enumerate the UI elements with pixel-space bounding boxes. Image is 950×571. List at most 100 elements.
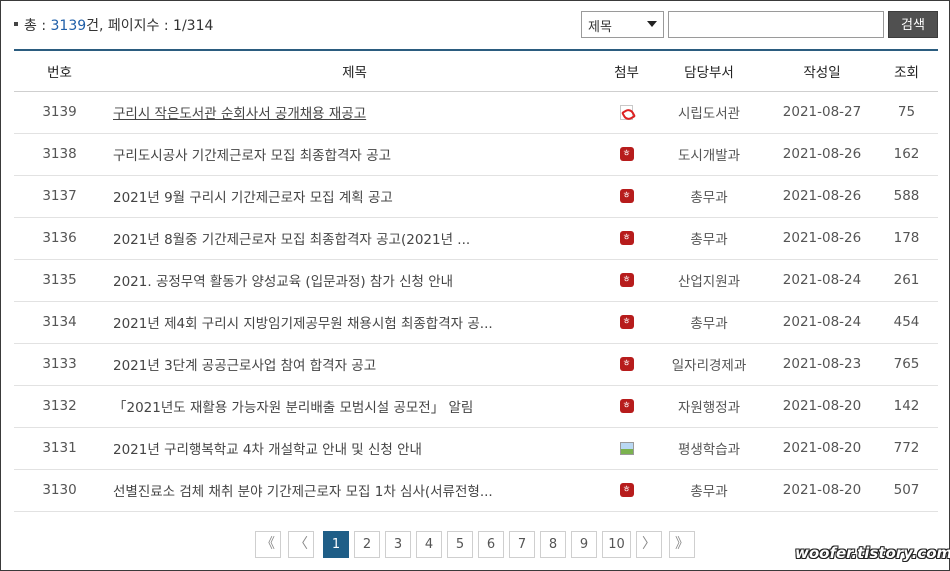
table-header-row: 번호 제목 첨부 담당부서 작성일 조회 bbox=[14, 49, 938, 92]
header-attachment: 첨부 bbox=[604, 49, 649, 92]
prev-page-button[interactable]: 〈 bbox=[288, 531, 314, 558]
cell-date: 2021-08-20 bbox=[769, 385, 875, 428]
table-row[interactable]: 3138 구리도시공사 기간제근로자 모집 최종합격자 공고 도시개발과2021-0… bbox=[14, 133, 938, 176]
page-button[interactable]: 9 bbox=[571, 531, 597, 558]
image-icon[interactable] bbox=[619, 441, 634, 455]
cell-number: 3139 bbox=[14, 91, 105, 134]
header-title: 제목 bbox=[105, 49, 604, 92]
post-title-link[interactable]: 2021년 8월중 기간제근로자 모집 최종합격자 공고(2021년 ... bbox=[113, 232, 470, 248]
cell-views: 588 bbox=[875, 175, 938, 218]
cell-views: 507 bbox=[875, 469, 938, 512]
table-row[interactable]: 3130 선별진료소 검체 채취 분야 기간제근로자 모집 1차 심사(서류전형.… bbox=[14, 469, 938, 512]
cell-date: 2021-08-24 bbox=[769, 301, 875, 344]
table-row[interactable]: 3136 2021년 8월중 기간제근로자 모집 최종합격자 공고(2021년 .… bbox=[14, 217, 938, 260]
cell-number: 3132 bbox=[14, 385, 105, 428]
cell-number: 3138 bbox=[14, 133, 105, 176]
post-title-link[interactable]: 2021년 3단계 공공근로사업 참여 합격자 공고 bbox=[113, 358, 376, 374]
page-button[interactable]: 3 bbox=[385, 531, 411, 558]
notice-board-table: 번호 제목 첨부 담당부서 작성일 조회 3139 구리시 작은도서관 순회사서 … bbox=[14, 49, 938, 512]
header-views: 조회 bbox=[875, 49, 938, 92]
table-row[interactable]: 3132 「2021년도 재활용 가능자원 분리배출 모범시설 공모전」 알림 자원… bbox=[14, 385, 938, 428]
cell-attachment bbox=[604, 385, 649, 428]
cell-attachment bbox=[604, 427, 649, 470]
cell-title: 2021년 9월 구리시 기간제근로자 모집 계획 공고 bbox=[105, 175, 604, 218]
table-row[interactable]: 3139 구리시 작은도서관 순회사서 공개채용 재공고 시립도서관 2021-08-… bbox=[14, 91, 938, 134]
board-toolbar: 총 : 3139건, 페이지수 : 1/314 제목 검색 bbox=[14, 9, 938, 39]
hwp-icon[interactable] bbox=[619, 189, 634, 203]
hwp-icon[interactable] bbox=[619, 399, 634, 413]
cell-views: 261 bbox=[875, 259, 938, 302]
cell-department: 평생학습과 bbox=[649, 427, 769, 470]
search-field-value: 제목 bbox=[588, 20, 612, 35]
cell-title: 2021년 8월중 기간제근로자 모집 최종합격자 공고(2021년 ... bbox=[105, 217, 604, 260]
hwp-icon[interactable] bbox=[619, 357, 634, 371]
cell-title: 구리도시공사 기간제근로자 모집 최종합격자 공고 bbox=[105, 133, 604, 176]
cell-attachment bbox=[604, 469, 649, 512]
cell-views: 772 bbox=[875, 427, 938, 470]
post-title-link[interactable]: 선별진료소 검체 채취 분야 기간제근로자 모집 1차 심사(서류전형... bbox=[113, 484, 493, 500]
cell-views: 454 bbox=[875, 301, 938, 344]
hwp-icon[interactable] bbox=[619, 273, 634, 287]
cell-department: 총무과 bbox=[649, 175, 769, 218]
page-button[interactable]: 2 bbox=[354, 531, 380, 558]
cell-department: 총무과 bbox=[649, 217, 769, 260]
cell-attachment bbox=[604, 301, 649, 344]
cell-department: 총무과 bbox=[649, 301, 769, 344]
cell-number: 3136 bbox=[14, 217, 105, 260]
cell-attachment bbox=[604, 133, 649, 176]
page-button[interactable]: 4 bbox=[416, 531, 442, 558]
cell-date: 2021-08-23 bbox=[769, 343, 875, 386]
search-button[interactable]: 검색 bbox=[888, 11, 938, 38]
cell-title: 선별진료소 검체 채취 분야 기간제근로자 모집 1차 심사(서류전형... bbox=[105, 469, 604, 512]
table-row[interactable]: 3133 2021년 3단계 공공근로사업 참여 합격자 공고 일자리경제과2021… bbox=[14, 343, 938, 386]
search-field-select[interactable]: 제목 bbox=[581, 11, 664, 38]
cell-views: 178 bbox=[875, 217, 938, 260]
post-title-link[interactable]: 2021년 제4회 구리시 지방임기제공무원 채용시험 최종합격자 공... bbox=[113, 316, 493, 332]
hwp-icon[interactable] bbox=[619, 483, 634, 497]
hwp-icon[interactable] bbox=[619, 231, 634, 245]
cell-date: 2021-08-27 bbox=[769, 91, 875, 134]
post-title-link[interactable]: 「2021년도 재활용 가능자원 분리배출 모범시설 공모전」 알림 bbox=[113, 400, 473, 416]
first-page-button[interactable]: 《 bbox=[255, 531, 281, 558]
page-button[interactable]: 1 bbox=[323, 531, 349, 558]
cell-department: 산업지원과 bbox=[649, 259, 769, 302]
header-department: 담당부서 bbox=[649, 49, 769, 92]
cell-title: 2021. 공정무역 활동가 양성교육 (입문과정) 참가 신청 안내 bbox=[105, 259, 604, 302]
cell-date: 2021-08-24 bbox=[769, 259, 875, 302]
pdf-icon[interactable] bbox=[620, 104, 633, 120]
page-button[interactable]: 6 bbox=[478, 531, 504, 558]
cell-views: 142 bbox=[875, 385, 938, 428]
cell-date: 2021-08-26 bbox=[769, 133, 875, 176]
cell-attachment bbox=[604, 259, 649, 302]
page-button[interactable]: 5 bbox=[447, 531, 473, 558]
table-row[interactable]: 3135 2021. 공정무역 활동가 양성교육 (입문과정) 참가 신청 안내 산… bbox=[14, 259, 938, 302]
page-button[interactable]: 7 bbox=[509, 531, 535, 558]
post-title-link[interactable]: 구리도시공사 기간제근로자 모집 최종합격자 공고 bbox=[113, 148, 391, 164]
bullet-icon bbox=[14, 22, 18, 26]
page-button[interactable]: 8 bbox=[540, 531, 566, 558]
post-title-link[interactable]: 2021. 공정무역 활동가 양성교육 (입문과정) 참가 신청 안내 bbox=[113, 274, 453, 290]
cell-date: 2021-08-20 bbox=[769, 469, 875, 512]
table-row[interactable]: 3131 2021년 구리행복학교 4차 개설학교 안내 및 신청 안내 평생학습과… bbox=[14, 427, 938, 470]
cell-title: 구리시 작은도서관 순회사서 공개채용 재공고 bbox=[105, 91, 604, 134]
post-title-link[interactable]: 구리시 작은도서관 순회사서 공개채용 재공고 bbox=[113, 106, 366, 122]
post-title-link[interactable]: 2021년 구리행복학교 4차 개설학교 안내 및 신청 안내 bbox=[113, 442, 422, 458]
next-page-button[interactable]: 〉 bbox=[636, 531, 662, 558]
search-input[interactable] bbox=[668, 11, 884, 38]
post-title-link[interactable]: 2021년 9월 구리시 기간제근로자 모집 계획 공고 bbox=[113, 190, 393, 206]
cell-number: 3130 bbox=[14, 469, 105, 512]
cell-number: 3134 bbox=[14, 301, 105, 344]
hwp-icon[interactable] bbox=[619, 147, 634, 161]
cell-number: 3131 bbox=[14, 427, 105, 470]
cell-attachment bbox=[604, 343, 649, 386]
table-row[interactable]: 3137 2021년 9월 구리시 기간제근로자 모집 계획 공고 총무과2021-… bbox=[14, 175, 938, 218]
table-row[interactable]: 3134 2021년 제4회 구리시 지방임기제공무원 채용시험 최종합격자 공.… bbox=[14, 301, 938, 344]
cell-views: 162 bbox=[875, 133, 938, 176]
total-count: 3139 bbox=[50, 18, 87, 34]
hwp-icon[interactable] bbox=[619, 315, 634, 329]
page-button[interactable]: 10 bbox=[602, 531, 631, 558]
last-page-button[interactable]: 》 bbox=[669, 531, 695, 558]
cell-attachment bbox=[604, 91, 649, 134]
cell-date: 2021-08-20 bbox=[769, 427, 875, 470]
chevron-down-icon bbox=[647, 21, 657, 27]
